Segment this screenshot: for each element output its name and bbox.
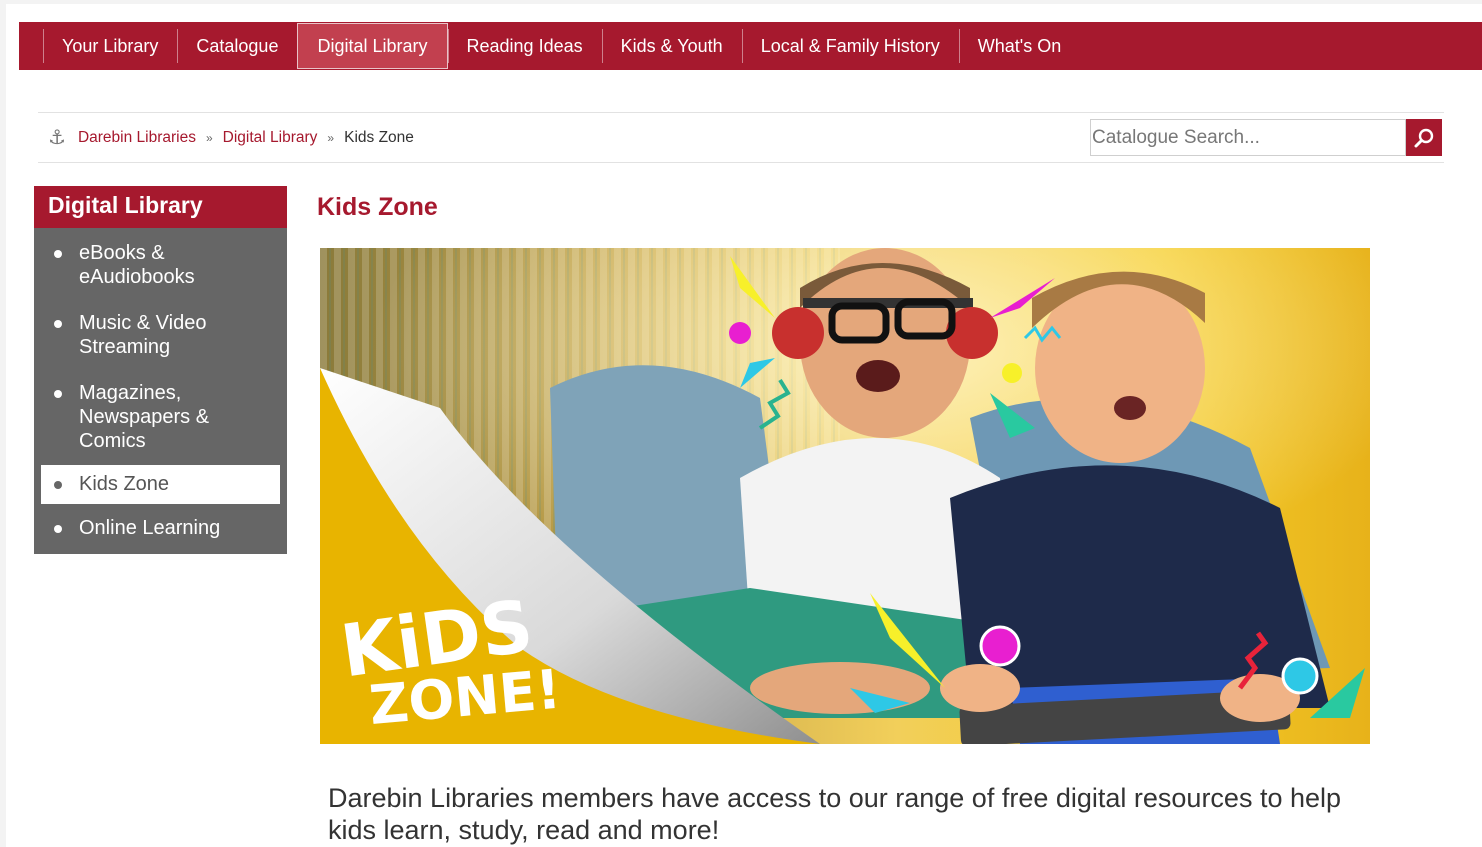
breadcrumb-current: Kids Zone: [344, 128, 414, 146]
sidebar-list: eBooks & eAudiobooks Music & Video Strea…: [34, 228, 287, 554]
breadcrumb-bar: ⚓ Darebin Libraries » Digital Library » …: [38, 112, 1444, 163]
nav-item-label: Reading Ideas: [466, 35, 583, 56]
sidebar-title: Digital Library: [34, 186, 287, 228]
nav-item-digital-library[interactable]: Digital Library: [297, 23, 448, 69]
catalogue-search-input[interactable]: [1090, 119, 1406, 156]
search-icon: [1414, 128, 1434, 147]
nav-item-label: Digital Library: [317, 35, 428, 56]
anchor-icon: ⚓: [48, 127, 66, 149]
kids-zone-logo: KiDS ZONE!: [336, 584, 563, 737]
nav-item-label: Kids & Youth: [620, 35, 723, 56]
sidebar-item-magazines[interactable]: Magazines, Newspapers & Comics: [41, 381, 241, 453]
main-navigation: Your Library Catalogue Digital Library R…: [19, 22, 1482, 70]
hero-illustration: KiDS ZONE!: [320, 248, 1370, 744]
sidebar-item-music-video[interactable]: Music & Video Streaming: [41, 311, 241, 359]
sidebar-item-kids-zone[interactable]: Kids Zone: [41, 465, 280, 504]
nav-item-reading-ideas[interactable]: Reading Ideas: [447, 22, 602, 70]
nav-item-your-library[interactable]: Your Library: [19, 22, 177, 70]
sidebar-item-ebooks[interactable]: eBooks & eAudiobooks: [41, 241, 241, 289]
nav-item-whats-on[interactable]: What's On: [958, 22, 1080, 70]
kids-zone-hero-image: KiDS ZONE!: [320, 248, 1370, 744]
sidebar-item-online-learning[interactable]: Online Learning: [41, 516, 280, 540]
intro-paragraph: Darebin Libraries members have access to…: [328, 783, 1342, 845]
sidebar: Digital Library eBooks & eAudiobooks Mus…: [34, 186, 287, 554]
nav-item-label: Local & Family History: [760, 35, 940, 56]
search-button[interactable]: [1406, 119, 1442, 156]
page-title: Kids Zone: [317, 193, 438, 221]
nav-item-label: Catalogue: [196, 35, 279, 56]
breadcrumb-link-home[interactable]: Darebin Libraries: [78, 129, 196, 147]
breadcrumb: ⚓ Darebin Libraries » Digital Library » …: [48, 125, 414, 150]
nav-item-local-family-history[interactable]: Local & Family History: [741, 22, 959, 70]
breadcrumb-separator-icon: »: [205, 130, 213, 145]
breadcrumb-link-digital-library[interactable]: Digital Library: [223, 129, 318, 147]
nav-item-catalogue[interactable]: Catalogue: [177, 22, 297, 70]
breadcrumb-separator-icon: »: [327, 130, 335, 145]
nav-item-kids-youth[interactable]: Kids & Youth: [601, 22, 742, 70]
nav-item-label: Your Library: [62, 35, 159, 56]
nav-item-label: What's On: [977, 35, 1062, 56]
